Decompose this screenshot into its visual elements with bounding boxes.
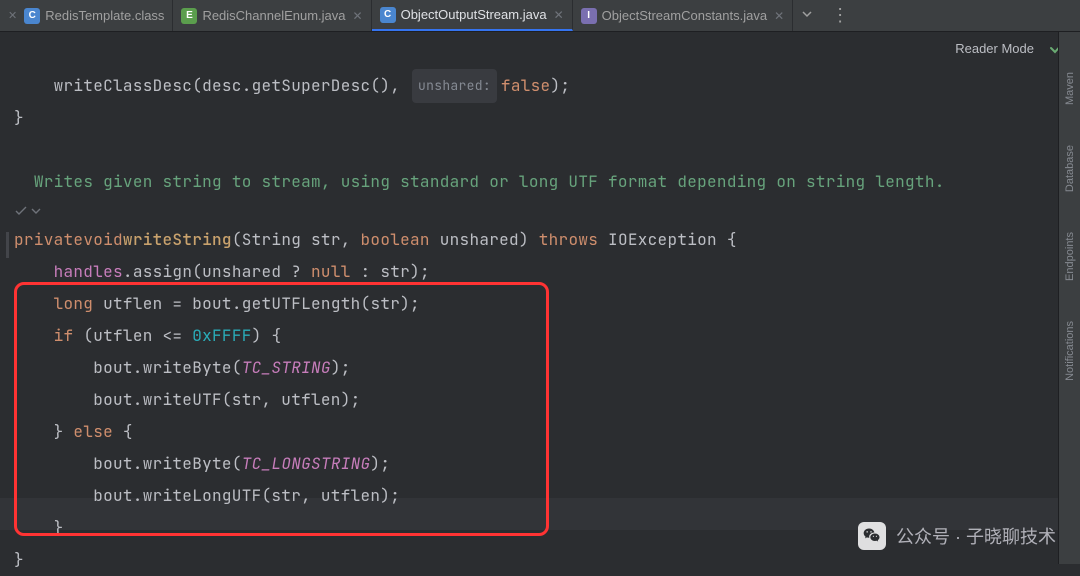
enum-icon: E: [181, 8, 197, 24]
tab-menu-icon[interactable]: ⋮: [821, 5, 857, 26]
inline-hint: unshared:: [412, 69, 497, 103]
code-line: bout.writeLongUTF(str, utflen);: [0, 480, 1080, 512]
close-icon[interactable]: ✕: [353, 9, 363, 23]
check-icon: [14, 204, 28, 218]
interface-icon: I: [581, 8, 597, 24]
watermark: 公众号 · 子晓聊技术: [858, 522, 1056, 550]
code-line: if (utflen <= 0xFFFF) {: [0, 320, 1080, 352]
wechat-icon: [858, 522, 886, 550]
code-line: }: [0, 102, 1080, 134]
code-line: writeClassDesc(desc.getSuperDesc(), unsh…: [0, 70, 1080, 102]
code-editor[interactable]: writeClassDesc(desc.getSuperDesc(), unsh…: [0, 64, 1080, 576]
code-line: bout.writeByte(TC_STRING);: [0, 352, 1080, 384]
code-line: bout.writeUTF(str, utflen);: [0, 384, 1080, 416]
code-line: } else {: [0, 416, 1080, 448]
tab-redistemplate[interactable]: ✕ C RedisTemplate.class: [0, 0, 173, 31]
code-line: private void writeString(String str, boo…: [0, 224, 1080, 256]
watermark-text: 公众号 · 子晓聊技术: [896, 523, 1056, 549]
class-icon: C: [24, 8, 40, 24]
code-line: bout.writeByte(TC_LONGSTRING);: [0, 448, 1080, 480]
tab-redischannelenum[interactable]: E RedisChannelEnum.java ✕: [173, 0, 371, 31]
chevron-down-icon[interactable]: [31, 206, 41, 216]
tab-overflow-chevron[interactable]: [793, 7, 821, 24]
reader-mode-bar: Reader Mode: [0, 32, 1080, 64]
code-line-blank: [0, 134, 1080, 166]
code-line: handles.assign(unshared ? null : str);: [0, 256, 1080, 288]
tab-label: ObjectStreamConstants.java: [602, 8, 767, 23]
tab-label: ObjectOutputStream.java: [401, 7, 547, 22]
tab-objectoutputstream[interactable]: C ObjectOutputStream.java ✕: [372, 0, 573, 31]
doc-comment: Writes given string to stream, using sta…: [0, 166, 1080, 198]
code-line: long utflen = bout.getUTFLength(str);: [0, 288, 1080, 320]
class-icon: C: [380, 7, 396, 23]
reader-mode-toggle[interactable]: Reader Mode: [955, 41, 1034, 56]
editor-tab-bar: ✕ C RedisTemplate.class E RedisChannelEn…: [0, 0, 1080, 32]
breadcrumb-gutter: [0, 198, 1080, 224]
tab-objectstreamconstants[interactable]: I ObjectStreamConstants.java ✕: [573, 0, 794, 31]
close-icon[interactable]: ✕: [8, 9, 17, 22]
close-icon[interactable]: ✕: [774, 9, 784, 23]
tab-label: RedisTemplate.class: [45, 8, 164, 23]
close-icon[interactable]: ✕: [554, 8, 564, 22]
tab-label: RedisChannelEnum.java: [202, 8, 345, 23]
